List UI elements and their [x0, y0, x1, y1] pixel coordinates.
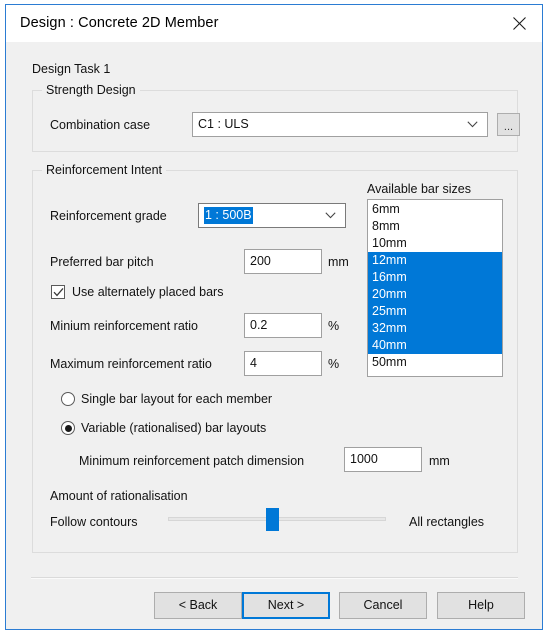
checkmark-icon [53, 287, 64, 297]
bar-size-item[interactable]: 32mm [368, 320, 502, 337]
design-task-label: Design Task 1 [32, 62, 111, 76]
patch-dimension-unit: mm [429, 454, 450, 468]
rationalisation-min-label: Follow contours [50, 515, 138, 529]
variable-bar-layouts-label: Variable (rationalised) bar layouts [81, 421, 267, 435]
amount-of-rationalisation-label: Amount of rationalisation [50, 489, 188, 503]
reinforcement-intent-group-title: Reinforcement Intent [42, 163, 167, 177]
bar-size-item[interactable]: 10mm [368, 235, 502, 252]
window-title: Design : Concrete 2D Member [20, 15, 219, 31]
rationalisation-max-label: All rectangles [409, 515, 485, 529]
back-button[interactable]: < Back [154, 592, 242, 619]
preferred-bar-pitch-label: Preferred bar pitch [50, 255, 154, 269]
single-bar-layout-label: Single bar layout for each member [81, 392, 273, 406]
patch-dimension-input[interactable]: 1000 [344, 447, 422, 472]
variable-bar-layouts-radio[interactable]: Variable (rationalised) bar layouts [61, 421, 266, 435]
combination-case-label: Combination case [50, 118, 151, 132]
patch-dimension-label: Minimum reinforcement patch dimension [79, 454, 305, 468]
combination-case-browse-button[interactable]: ... [497, 113, 520, 136]
checkbox-box [51, 285, 65, 299]
title-bar: Design : Concrete 2D Member [6, 5, 542, 42]
available-bar-sizes-label: Available bar sizes [367, 182, 471, 196]
bar-size-item[interactable]: 25mm [368, 303, 502, 320]
dialog-content: Design Task 1 Strength Design Combinatio… [6, 42, 542, 629]
bar-size-item[interactable]: 16mm [368, 269, 502, 286]
bar-size-item[interactable]: 50mm [368, 354, 502, 371]
help-button[interactable]: Help [437, 592, 525, 619]
strength-design-group-title: Strength Design [42, 83, 140, 97]
maximum-reinforcement-ratio-label: Maximum reinforcement ratio [50, 357, 212, 371]
available-bar-sizes-listbox[interactable]: 6mm 8mm 10mm 12mm 16mm 20mm 25mm 32mm 40mm 50mm [367, 199, 503, 377]
next-button[interactable]: Next > [242, 592, 330, 619]
cancel-button[interactable]: Cancel [339, 592, 427, 619]
bar-size-item[interactable]: 20mm [368, 286, 502, 303]
combination-case-combobox[interactable]: C1 : ULS [192, 112, 488, 137]
close-icon[interactable] [497, 5, 542, 41]
use-alternately-placed-bars-checkbox[interactable]: Use alternately placed bars [51, 285, 223, 299]
radio-circle [61, 392, 75, 406]
reinforcement-grade-value: 1 : 500B [204, 207, 253, 224]
minimum-reinforcement-ratio-label: Minium reinforcement ratio [50, 319, 198, 333]
bar-size-item[interactable]: 8mm [368, 218, 502, 235]
bar-size-item[interactable]: 12mm [368, 252, 502, 269]
preferred-bar-pitch-input[interactable]: 200 [244, 249, 322, 274]
single-bar-layout-radio[interactable]: Single bar layout for each member [61, 392, 272, 406]
minimum-reinforcement-ratio-unit: % [328, 319, 340, 333]
preferred-bar-pitch-unit: mm [328, 255, 349, 269]
maximum-reinforcement-ratio-input[interactable]: 4 [244, 351, 322, 376]
reinforcement-grade-combobox[interactable]: 1 : 500B [198, 203, 346, 228]
dialog-window: Design : Concrete 2D Member Design Task … [5, 4, 543, 630]
chevron-down-icon [323, 204, 337, 227]
minimum-reinforcement-ratio-input[interactable]: 0.2 [244, 313, 322, 338]
use-alternately-placed-bars-label: Use alternately placed bars [72, 285, 224, 299]
slider-thumb[interactable] [266, 508, 280, 531]
bar-size-item[interactable]: 6mm [368, 201, 502, 218]
bar-size-item[interactable]: 40mm [368, 337, 502, 354]
reinforcement-grade-label: Reinforcement grade [50, 209, 167, 223]
maximum-reinforcement-ratio-unit: % [328, 357, 340, 371]
combination-case-value: C1 : ULS [198, 117, 249, 131]
footer-separator [31, 577, 518, 579]
radio-circle [61, 421, 75, 435]
rationalisation-slider[interactable] [168, 508, 386, 531]
chevron-down-icon [465, 113, 479, 136]
